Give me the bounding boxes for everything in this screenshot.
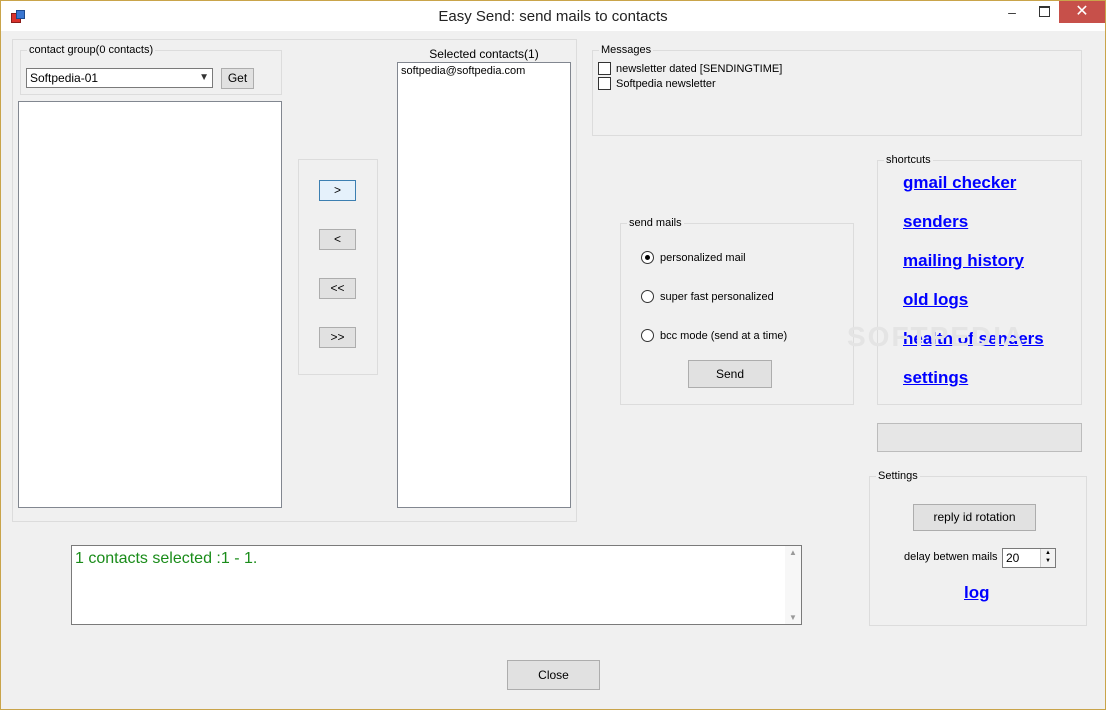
maximize-button[interactable] xyxy=(1029,1,1059,23)
radio-label: super fast personalized xyxy=(660,290,774,303)
reply-id-rotation-button[interactable]: reply id rotation xyxy=(913,504,1036,531)
chevron-down-icon: ▼ xyxy=(199,72,209,83)
radio-button[interactable] xyxy=(641,290,654,303)
scroll-down-icon[interactable]: ▼ xyxy=(785,613,801,622)
link-old-logs[interactable]: old logs xyxy=(903,290,968,310)
move-all-right-button[interactable]: >> xyxy=(319,327,356,348)
message-checkbox[interactable] xyxy=(598,77,611,90)
radio-personalized[interactable]: personalized mail xyxy=(641,251,746,264)
message-item[interactable]: newsletter dated [SENDINGTIME] xyxy=(598,62,782,75)
window-title: Easy Send: send mails to contacts xyxy=(438,8,668,25)
message-label: Softpedia newsletter xyxy=(616,77,716,90)
move-all-left-button[interactable]: << xyxy=(319,278,356,299)
send-button[interactable]: Send xyxy=(688,360,772,388)
client-area: contact group(0 contacts) Softpedia-01 ▼… xyxy=(1,31,1105,709)
send-mails-legend: send mails xyxy=(627,216,684,230)
status-text: 1 contacts selected :1 - 1. xyxy=(75,550,258,567)
stepper-arrows-icon[interactable]: ▲ ▼ xyxy=(1040,549,1055,567)
link-settings[interactable]: settings xyxy=(903,368,968,388)
delay-label: delay betwen mails xyxy=(904,551,998,563)
delay-stepper[interactable]: 20 ▲ ▼ xyxy=(1002,548,1056,568)
radio-label: personalized mail xyxy=(660,251,746,264)
list-item[interactable]: softpedia@softpedia.com xyxy=(398,63,570,79)
settings-legend: Settings xyxy=(876,469,920,483)
shortcuts-legend: shortcuts xyxy=(884,153,933,167)
radio-label: bcc mode (send at a time) xyxy=(660,329,788,342)
message-checkbox[interactable] xyxy=(598,62,611,75)
get-button[interactable]: Get xyxy=(221,68,254,89)
message-item[interactable]: Softpedia newsletter xyxy=(598,77,716,90)
close-window-button[interactable]: ✕ xyxy=(1059,1,1105,23)
link-log[interactable]: log xyxy=(964,583,990,603)
link-senders[interactable]: senders xyxy=(903,212,968,232)
main-window: Easy Send: send mails to contacts – ✕ co… xyxy=(0,0,1106,710)
contact-group-select[interactable]: Softpedia-01 ▼ xyxy=(26,68,213,88)
contact-group-legend: contact group(0 contacts) xyxy=(27,43,156,57)
move-right-button[interactable]: > xyxy=(319,180,356,201)
watermark: SOFTPEDIA xyxy=(847,321,1026,352)
scroll-up-icon[interactable]: ▲ xyxy=(785,548,801,557)
contacts-list[interactable] xyxy=(18,101,282,508)
radio-super-fast[interactable]: super fast personalized xyxy=(641,290,774,303)
title-bar[interactable]: Easy Send: send mails to contacts – ✕ xyxy=(1,1,1105,31)
progress-bar xyxy=(877,423,1082,452)
selected-contacts-list[interactable]: softpedia@softpedia.com xyxy=(397,62,571,508)
contact-group-value: Softpedia-01 xyxy=(30,71,99,85)
radio-button[interactable] xyxy=(641,251,654,264)
minimize-button[interactable]: – xyxy=(997,1,1027,23)
selected-contacts-header: Selected contacts(1) xyxy=(429,47,539,61)
link-mailing-history[interactable]: mailing history xyxy=(903,251,1024,271)
radio-bcc-mode[interactable]: bcc mode (send at a time) xyxy=(641,329,787,342)
link-gmail-checker[interactable]: gmail checker xyxy=(903,173,1016,193)
messages-legend: Messages xyxy=(599,43,654,57)
maximize-icon xyxy=(1038,6,1050,18)
close-button[interactable]: Close xyxy=(507,660,600,690)
delay-value: 20 xyxy=(1006,551,1020,565)
message-label: newsletter dated [SENDINGTIME] xyxy=(616,62,783,75)
radio-button[interactable] xyxy=(641,329,654,342)
status-textbox[interactable]: 1 contacts selected :1 - 1. ▲ ▼ xyxy=(71,545,802,625)
move-left-button[interactable]: < xyxy=(319,229,356,250)
status-scrollbar[interactable]: ▲ ▼ xyxy=(785,546,801,624)
